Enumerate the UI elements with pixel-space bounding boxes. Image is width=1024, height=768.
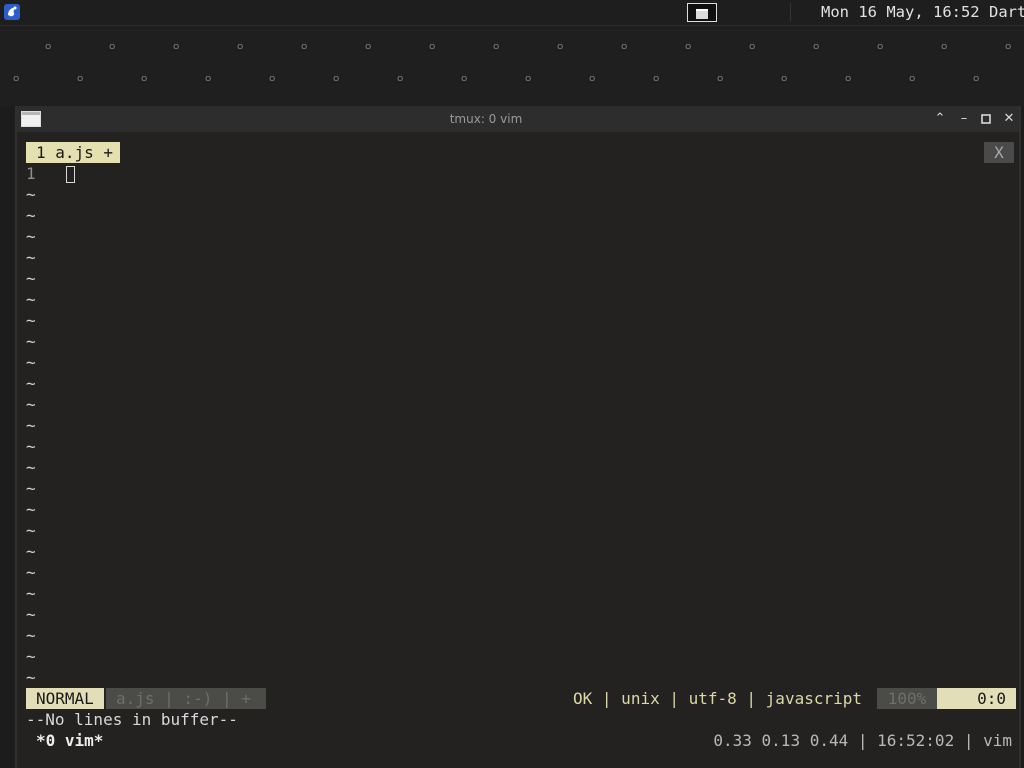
wallpaper-dot: ㅇ: [364, 43, 373, 53]
wallpaper-dot: ㅇ: [812, 43, 821, 53]
panel-clock[interactable]: Mon 16 May, 16:52 Dartz: [821, 2, 1024, 23]
empty-line-marker: ~: [26, 185, 36, 204]
empty-line-marker: ~: [26, 269, 36, 288]
empty-line-marker: ~: [26, 332, 36, 351]
wallpaper-dot: ㅇ: [460, 75, 469, 85]
wallpaper-dot: ㅇ: [76, 75, 85, 85]
wallpaper-dot: ㅇ: [748, 43, 757, 53]
wallpaper-dot: ㅇ: [556, 43, 565, 53]
wallpaper-dot: ㅇ: [172, 43, 181, 53]
distro-logo-icon[interactable]: [3, 3, 21, 21]
taskbar-window-button[interactable]: [687, 3, 717, 22]
tmux-status-right: 0.33 0.13 0.44 | 16:52:02 | vim: [713, 731, 1012, 750]
empty-line-marker: ~: [26, 374, 36, 393]
vim-tabline: 1 a.js + X: [24, 142, 1014, 163]
empty-line-marker: ~: [26, 395, 36, 414]
window-title: tmux: 0 vim: [449, 112, 523, 126]
wallpaper-dot: ㅇ: [492, 43, 501, 53]
empty-line-marker: ~: [26, 542, 36, 561]
empty-line-marker: ~: [26, 668, 36, 687]
empty-line-marker: ~: [26, 479, 36, 498]
wallpaper-dot: ㅇ: [524, 75, 533, 85]
command-message: --No lines in buffer--: [26, 710, 238, 729]
tab-close-button[interactable]: X: [984, 142, 1014, 163]
line-number: 1: [26, 164, 36, 183]
empty-line-marker: ~: [26, 248, 36, 267]
shade-icon[interactable]: ⌃: [932, 111, 948, 127]
vim-statusline: NORMAL a.js | :-) | + OK | unix | utf-8 …: [24, 688, 1016, 709]
empty-line-marker: ~: [26, 626, 36, 645]
wallpaper-dot: ㅇ: [268, 75, 277, 85]
wallpaper-dot: ㅇ: [876, 43, 885, 53]
text-cursor: [66, 166, 75, 183]
wallpaper-dot: ㅇ: [908, 75, 917, 85]
empty-line-marker: ~: [26, 437, 36, 456]
empty-line-marker: ~: [26, 500, 36, 519]
wallpaper-dot: ㅇ: [940, 43, 949, 53]
wallpaper-dot: ㅇ: [780, 75, 789, 85]
wallpaper-dot: ㅇ: [140, 75, 149, 85]
terminal-area[interactable]: 1 a.js + X 1 ~ ~ ~ ~ ~ ~ ~ ~ ~ ~ ~ ~ ~ ~ ~ ~ ~ ~ ~ ~ ~ ~ ~ ~ NO…: [24, 142, 1016, 762]
wallpaper-dot: ㅇ: [428, 43, 437, 53]
empty-line-marker: ~: [26, 290, 36, 309]
empty-line-marker: ~: [26, 605, 36, 624]
empty-line-marker: ~: [26, 353, 36, 372]
panel-separator: [790, 3, 791, 22]
minimize-icon[interactable]: –: [956, 111, 972, 127]
tmux-window-list[interactable]: *0 vim*: [36, 730, 103, 751]
empty-line-marker: ~: [26, 521, 36, 540]
window-titlebar[interactable]: tmux: 0 vim ⌃ – ✕: [17, 106, 1019, 132]
wallpaper-dot: ㅇ: [44, 43, 53, 53]
wallpaper-dot: ㅇ: [300, 43, 309, 53]
mode-indicator: NORMAL: [26, 688, 104, 709]
close-icon[interactable]: ✕: [1001, 111, 1017, 127]
wallpaper-dot: ㅇ: [12, 75, 21, 85]
empty-line-marker: ~: [26, 227, 36, 246]
empty-line-marker: ~: [26, 563, 36, 582]
wallpaper-dot: ㅇ: [396, 75, 405, 85]
window-icon: [696, 9, 708, 19]
wallpaper-dot: ㅇ: [1004, 43, 1013, 53]
wallpaper-dot: ㅇ: [716, 75, 725, 85]
wallpaper-dot: ㅇ: [684, 43, 693, 53]
file-segment: a.js | :-) | +: [106, 688, 266, 709]
wallpaper-dot: ㅇ: [652, 75, 661, 85]
clock-text: Mon 16 May, 16:52: [821, 3, 980, 21]
tab-a-js[interactable]: 1 a.js +: [26, 142, 121, 163]
top-panel: Mon 16 May, 16:52 Dartz: [0, 0, 1024, 26]
wallpaper-dot: ㅇ: [620, 43, 629, 53]
panel-user[interactable]: Dartz: [989, 3, 1024, 21]
terminal-window[interactable]: tmux: 0 vim ⌃ – ✕ 1 a.js + X 1 ~ ~ ~ ~ ~ ~ ~ ~ ~…: [15, 106, 1021, 768]
wallpaper-dot: ㅇ: [236, 43, 245, 53]
empty-line-marker: ~: [26, 311, 36, 330]
wallpaper-dot: ㅇ: [588, 75, 597, 85]
desktop-background: ㅇㅇㅇㅇㅇㅇㅇㅇㅇㅇㅇㅇㅇㅇㅇㅇㅇㅇㅇㅇㅇㅇㅇㅇㅇㅇㅇㅇㅇㅇㅇㅇ: [0, 26, 1024, 106]
empty-line-marker: ~: [26, 416, 36, 435]
wallpaper-dot: ㅇ: [204, 75, 213, 85]
maximize-icon[interactable]: [978, 111, 994, 127]
empty-line-marker: ~: [26, 458, 36, 477]
wallpaper-dot: ㅇ: [108, 43, 117, 53]
scroll-percent: 100%: [877, 688, 937, 709]
wallpaper-dot: ㅇ: [332, 75, 341, 85]
empty-line-marker: ~: [26, 584, 36, 603]
empty-line-marker: ~: [26, 206, 36, 225]
wallpaper-dot: ㅇ: [844, 75, 853, 85]
wallpaper-dot: ㅇ: [972, 75, 981, 85]
empty-line-marker: ~: [26, 647, 36, 666]
cursor-position: 0:0: [937, 688, 1016, 709]
file-info: OK | unix | utf-8 | javascript: [573, 689, 862, 708]
